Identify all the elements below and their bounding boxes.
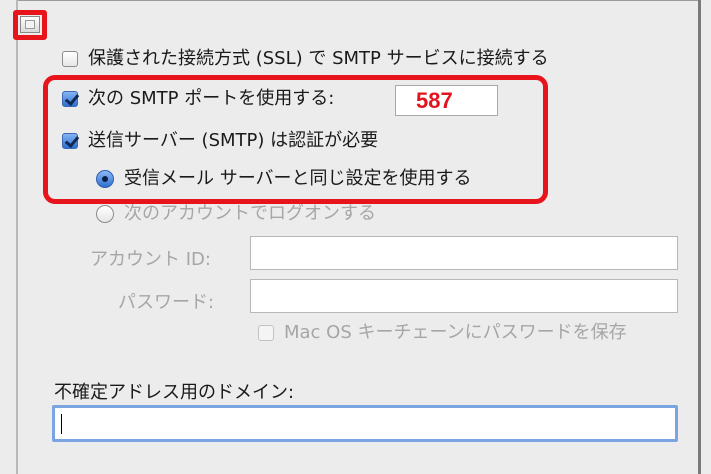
smtp-settings-panel: 保護された接続方式 (SSL) で SMTP サービスに接続する 次の SMTP… [0,0,711,474]
other-account-option[interactable]: 次のアカウントでログオンする [96,205,376,223]
ssl-option[interactable]: 保護された接続方式 (SSL) で SMTP サービスに接続する [62,50,549,68]
annotation-highlight-box [43,75,548,204]
ssl-label: 保護された接続方式 (SSL) で SMTP サービスに接続する [88,48,549,69]
domain-label: 不確定アドレス用のドメイン: [54,382,295,403]
text-caret [61,414,62,434]
frame-border-left [16,0,18,474]
keychain-option[interactable]: Mac OS キーチェーンにパスワードを保存 [258,324,627,342]
password-input[interactable] [250,279,678,313]
frame-border-top [16,0,701,1]
account-id-label: アカウント ID: [90,249,211,270]
ssl-checkbox[interactable] [62,51,78,67]
frame-border-right [698,0,701,474]
domain-input[interactable] [52,405,678,442]
keychain-checkbox[interactable] [258,325,274,341]
other-account-label: 次のアカウントでログオンする [124,203,376,224]
password-label: パスワード: [118,292,215,313]
account-id-input[interactable] [250,236,678,270]
keychain-label: Mac OS キーチェーンにパスワードを保存 [284,322,627,343]
other-account-radio[interactable] [96,205,114,223]
annotation-corner-highlight [13,10,47,40]
